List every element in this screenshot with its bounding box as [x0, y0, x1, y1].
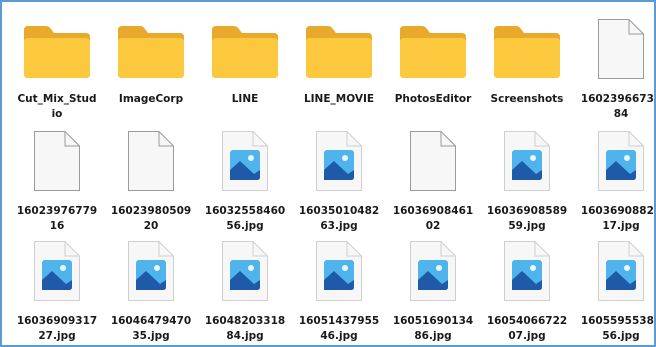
item-label: 16023976779 16	[16, 205, 98, 232]
image-file-item[interactable]: 16036908827 17.jpg	[574, 124, 656, 234]
file-explorer-view: Cut_Mix_Stud io ImageCorp LINE LINE_MOVIE	[0, 0, 656, 347]
folder-item-line-movie[interactable]: LINE_MOVIE	[292, 12, 386, 124]
file-item[interactable]: 16023980509 20	[104, 124, 198, 234]
image-file-icon	[492, 234, 562, 302]
folder-icon	[116, 12, 186, 80]
item-label: 16023980509 20	[110, 205, 192, 232]
image-file-icon	[116, 234, 186, 302]
image-file-icon	[210, 124, 280, 192]
folder-item-photoseditor[interactable]: PhotosEditor	[386, 12, 480, 124]
item-label: 16036908827 17.jpg	[580, 205, 656, 232]
image-file-item[interactable]: 16051437955 46.jpg	[292, 234, 386, 345]
image-file-icon	[210, 234, 280, 302]
blank-file-icon	[398, 124, 468, 192]
folder-icon	[22, 12, 92, 80]
image-file-item[interactable]: 16036908589 59.jpg	[480, 124, 574, 234]
image-file-item[interactable]: 16036909317 27.jpg	[10, 234, 104, 345]
item-label: PhotosEditor	[394, 93, 472, 105]
item-label: Cut_Mix_Stud io	[17, 93, 97, 120]
image-file-icon	[22, 234, 92, 302]
image-file-icon	[398, 234, 468, 302]
item-label: 16036908589 59.jpg	[486, 205, 568, 232]
item-label: LINE_MOVIE	[303, 93, 375, 105]
image-file-icon	[304, 234, 374, 302]
image-file-icon	[586, 234, 654, 302]
folder-item-cut-mix-studio[interactable]: Cut_Mix_Stud io	[10, 12, 104, 124]
item-label: 16046479470 35.jpg	[110, 315, 192, 342]
folder-icon	[304, 12, 374, 80]
folder-item-screenshots[interactable]: Screenshots	[480, 12, 574, 124]
file-item[interactable]: 16036908461 02	[386, 124, 480, 234]
image-file-icon	[304, 124, 374, 192]
blank-file-icon	[116, 124, 186, 192]
folder-icon	[492, 12, 562, 80]
item-label: 16023966732 84	[580, 93, 656, 120]
image-file-item[interactable]: 16035010482 63.jpg	[292, 124, 386, 234]
item-label: Screenshots	[490, 93, 564, 105]
item-label: 16036909317 27.jpg	[16, 315, 98, 342]
image-file-icon	[586, 124, 654, 192]
image-file-item[interactable]: 16055955387 56.jpg	[574, 234, 656, 345]
folder-icon	[210, 12, 280, 80]
file-grid: Cut_Mix_Stud io ImageCorp LINE LINE_MOVIE	[10, 12, 656, 345]
item-label: 16048203318 84.jpg	[204, 315, 286, 342]
item-label: 16054066722 07.jpg	[486, 315, 568, 342]
item-label: LINE	[231, 93, 259, 105]
file-item[interactable]: 16023976779 16	[10, 124, 104, 234]
item-label: 16035010482 63.jpg	[298, 205, 380, 232]
image-file-item[interactable]: 16046479470 35.jpg	[104, 234, 198, 345]
item-label: ImageCorp	[118, 93, 184, 105]
file-item[interactable]: 16023966732 84	[574, 12, 656, 124]
blank-file-icon	[22, 124, 92, 192]
image-file-item[interactable]: 16054066722 07.jpg	[480, 234, 574, 345]
image-file-item[interactable]: 16032558460 56.jpg	[198, 124, 292, 234]
image-file-item[interactable]: 16048203318 84.jpg	[198, 234, 292, 345]
item-label: 16032558460 56.jpg	[204, 205, 286, 232]
item-label: 16051437955 46.jpg	[298, 315, 380, 342]
image-file-icon	[492, 124, 562, 192]
folder-item-imagecorp[interactable]: ImageCorp	[104, 12, 198, 124]
folder-item-line[interactable]: LINE	[198, 12, 292, 124]
folder-icon	[398, 12, 468, 80]
item-label: 16055955387 56.jpg	[580, 315, 656, 342]
item-label: 16051690134 86.jpg	[392, 315, 474, 342]
item-label: 16036908461 02	[392, 205, 474, 232]
image-file-item[interactable]: 16051690134 86.jpg	[386, 234, 480, 345]
blank-file-icon	[586, 12, 654, 80]
